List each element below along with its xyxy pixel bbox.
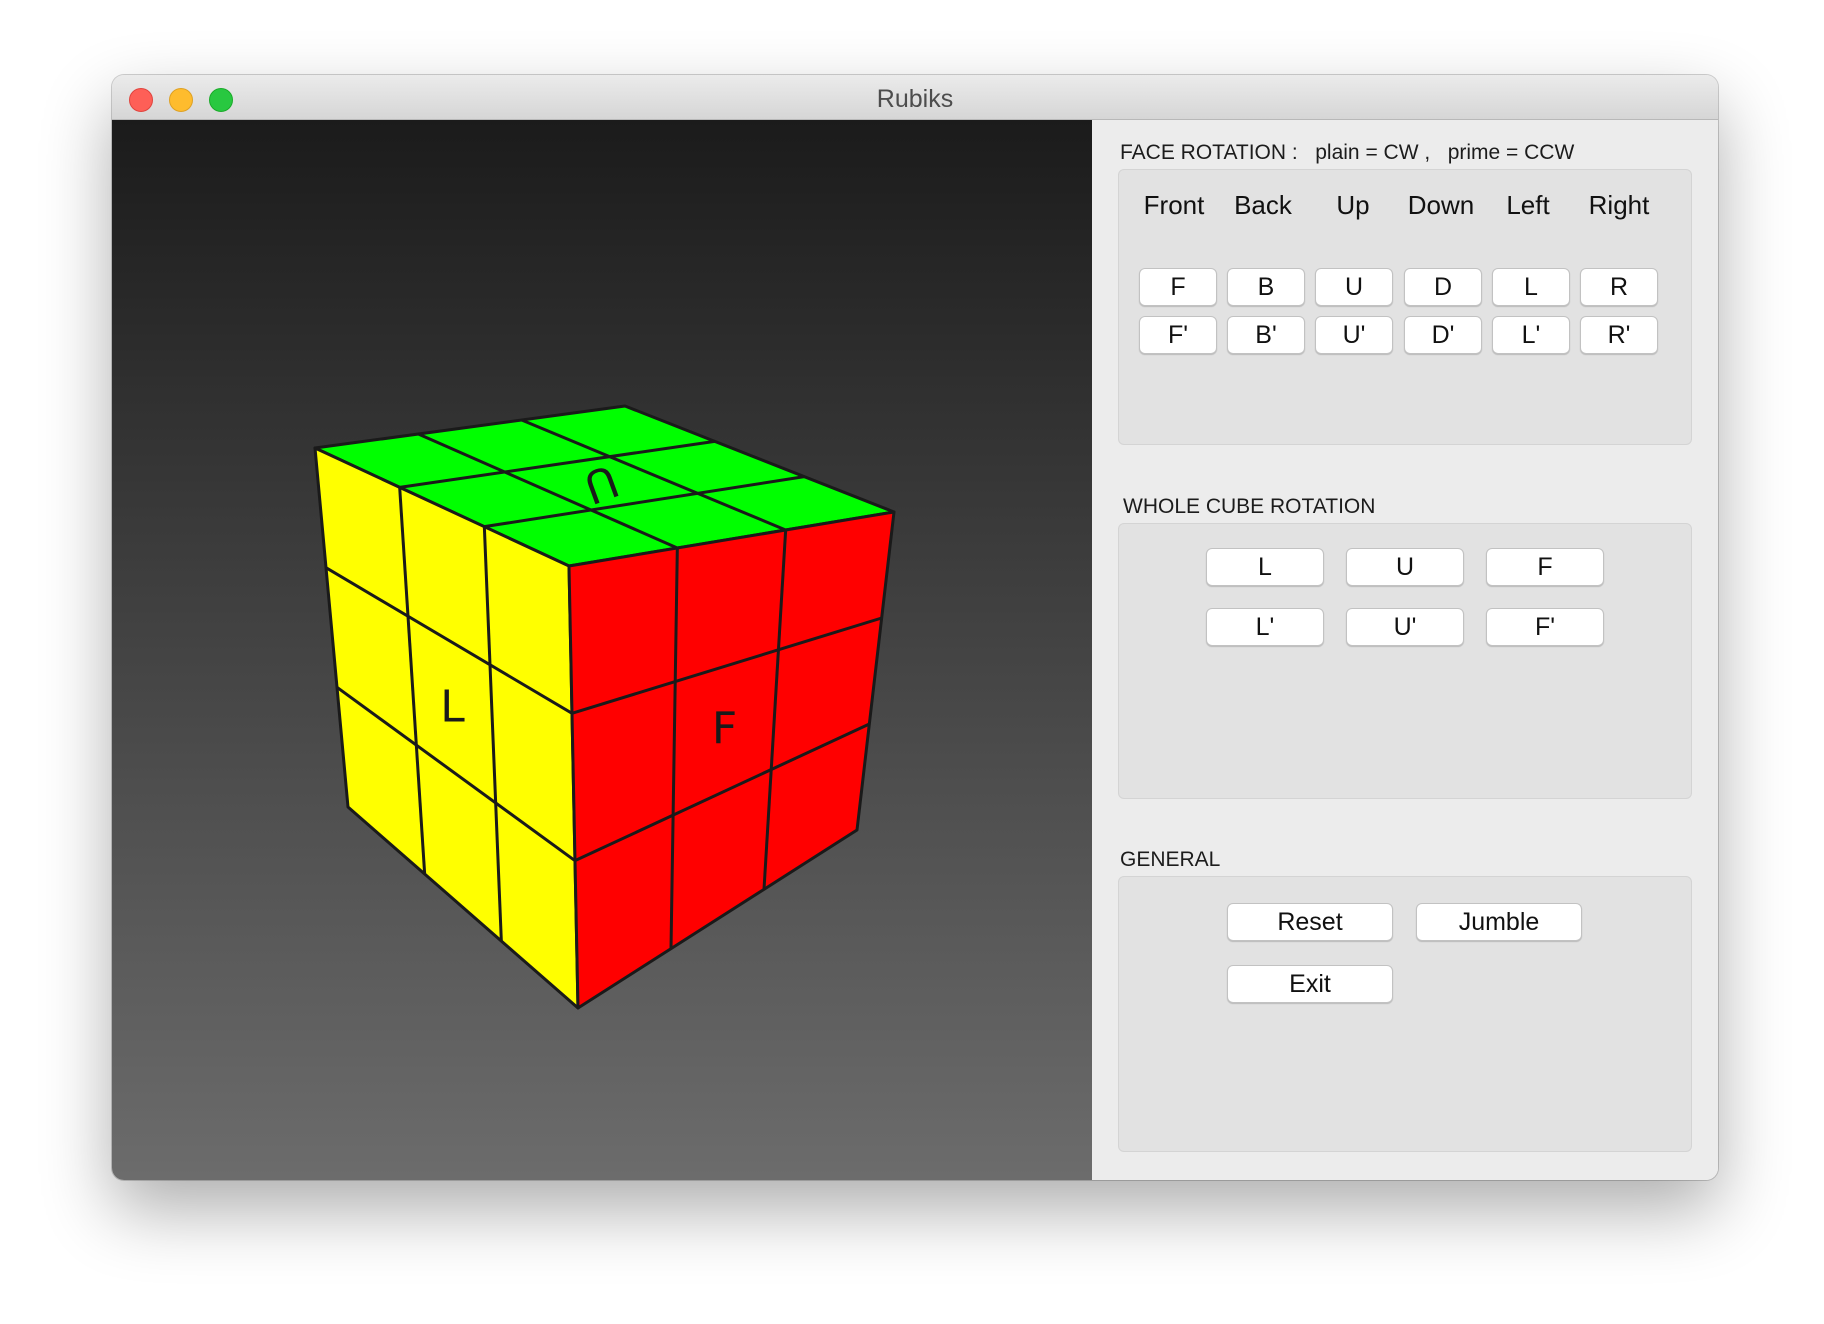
rotate-right-cw-button[interactable]: R [1580, 268, 1658, 306]
title-bar[interactable]: Rubiks [112, 75, 1718, 120]
rotate-back-cw-button[interactable]: B [1227, 268, 1305, 306]
rotate-up-cw-button[interactable]: U [1315, 268, 1393, 306]
rotate-left-cw-button[interactable]: L [1492, 268, 1570, 306]
column-label-up: Up [1336, 190, 1370, 220]
column-label-left: Left [1506, 190, 1550, 220]
column-label-right: Right [1588, 190, 1650, 220]
face-rotation-heading: FACE ROTATION : plain = CW , prime = CCW [1120, 141, 1575, 164]
cube-rotate-u-prime-button[interactable]: U' [1346, 608, 1464, 646]
rotate-right-ccw-button[interactable]: R' [1580, 316, 1658, 354]
whole-cube-rotation-group: L U F L' U' F' [1118, 523, 1692, 799]
rotate-left-ccw-button[interactable]: L' [1492, 316, 1570, 354]
column-label-front: Front [1143, 190, 1205, 220]
jumble-button[interactable]: Jumble [1416, 903, 1582, 941]
control-panel: FACE ROTATION : plain = CW , prime = CCW… [1092, 120, 1718, 1180]
cube-rotate-l-prime-button[interactable]: L' [1206, 608, 1324, 646]
cube-rotate-f-button[interactable]: F [1486, 548, 1604, 586]
rotate-down-ccw-button[interactable]: D' [1404, 316, 1482, 354]
app-window: Rubiks ULF FACE ROTATION : plain = CW , … [112, 75, 1718, 1180]
cube-render: UL F [313, 404, 896, 1010]
face-rotation-group: Front Back Up Down Left Right F B U D L … [1118, 169, 1692, 445]
column-label-back: Back [1234, 190, 1292, 220]
rotate-down-cw-button[interactable]: D [1404, 268, 1482, 306]
rotate-front-cw-button[interactable]: F [1139, 268, 1217, 306]
whole-cube-rotation-heading: WHOLE CUBE ROTATION [1123, 495, 1376, 518]
rotate-back-ccw-button[interactable]: B' [1227, 316, 1305, 354]
cube-rotate-u-button[interactable]: U [1346, 548, 1464, 586]
cube-face-front [567, 510, 896, 1010]
reset-button[interactable]: Reset [1227, 903, 1393, 941]
rotate-up-ccw-button[interactable]: U' [1315, 316, 1393, 354]
general-group: Reset Jumble Exit [1118, 876, 1692, 1152]
cube-rotate-l-button[interactable]: L [1206, 548, 1324, 586]
column-label-down: Down [1407, 190, 1475, 220]
cube-face-label-front: F [712, 703, 737, 754]
cube-rotate-f-prime-button[interactable]: F' [1486, 608, 1604, 646]
rotate-front-ccw-button[interactable]: F' [1139, 316, 1217, 354]
cube-face-label-left: L [440, 681, 465, 732]
exit-button[interactable]: Exit [1227, 965, 1393, 1003]
general-heading: GENERAL [1120, 848, 1221, 871]
cube-3d-viewport[interactable]: ULF [112, 120, 1092, 1180]
window-title: Rubiks [876, 85, 954, 113]
